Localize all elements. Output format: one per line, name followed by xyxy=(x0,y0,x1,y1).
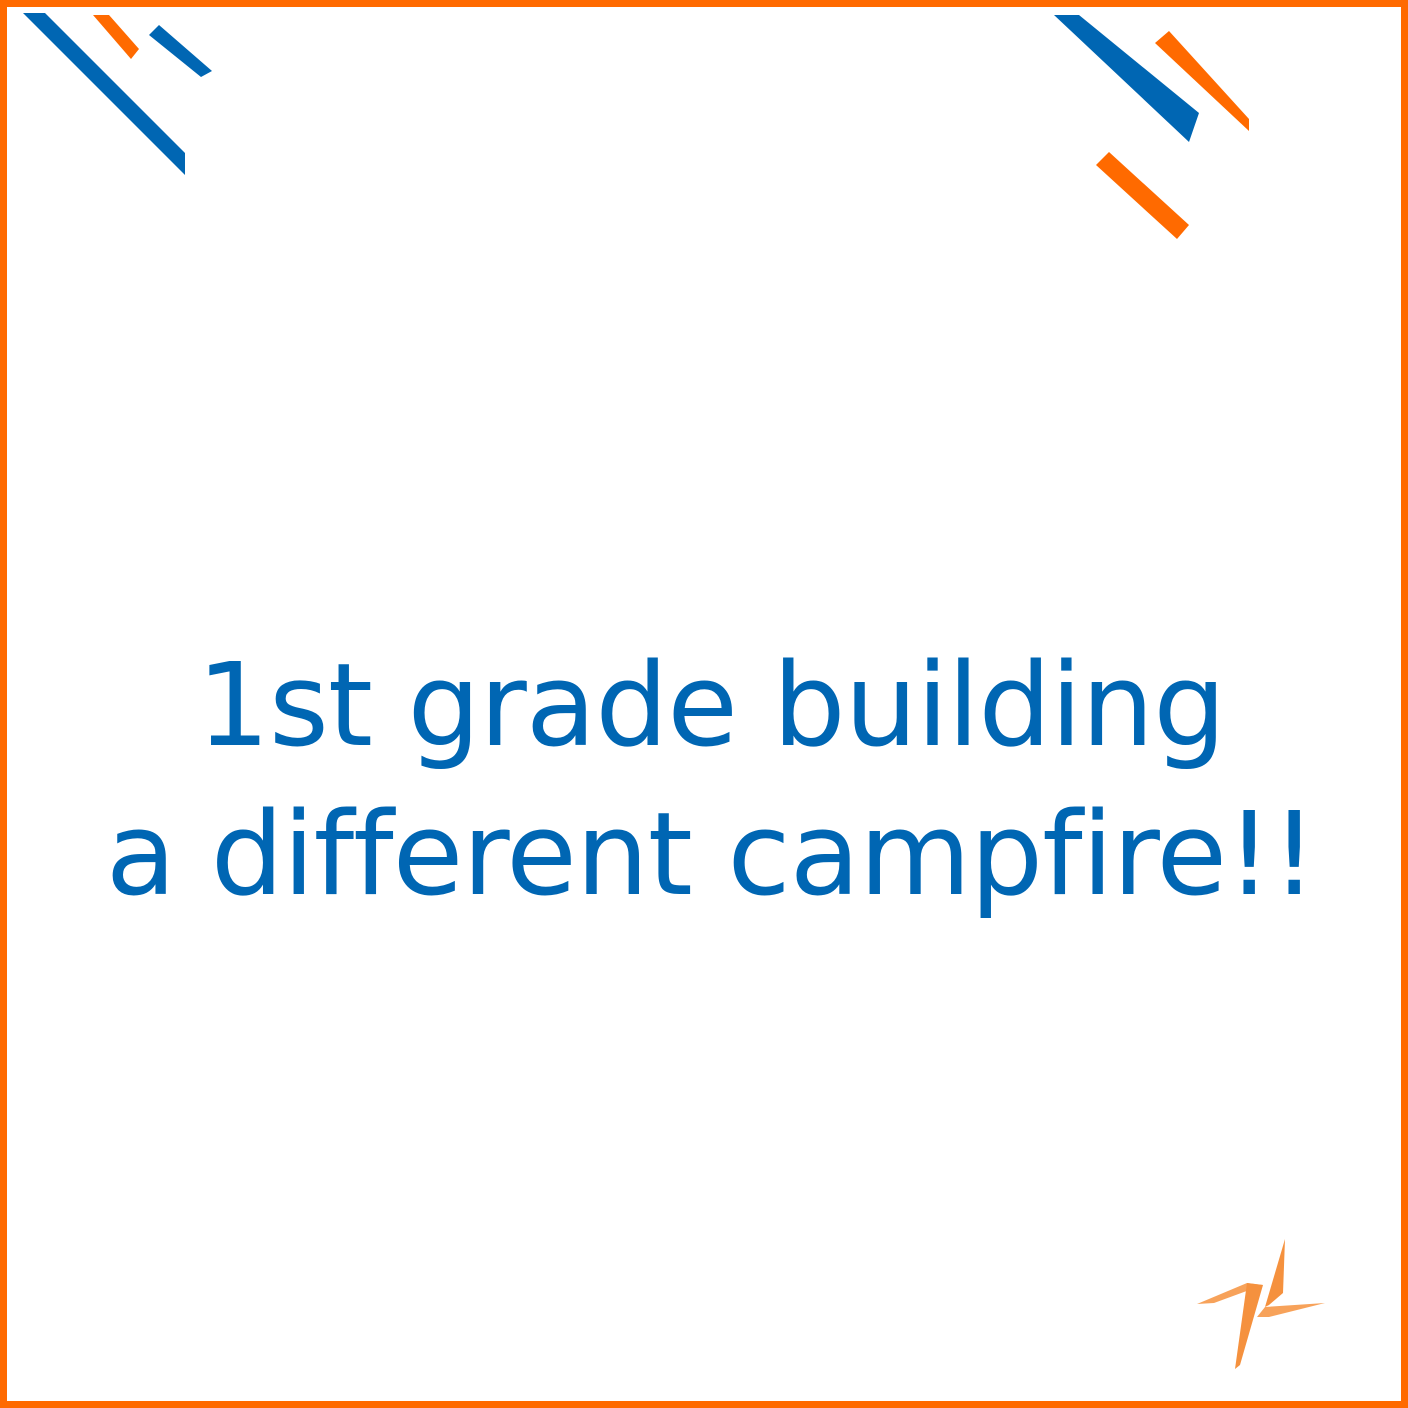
campfire-message: 1st grade building a different campfire!… xyxy=(7,632,1401,930)
orange-bolt-logo-icon xyxy=(1197,1239,1325,1369)
message-line-2: a different campfire!! xyxy=(105,788,1318,922)
message-line-1: 1st grade building xyxy=(196,639,1226,773)
stripe-top-left-blue-short xyxy=(149,25,212,77)
card-frame: 1st grade building a different campfire!… xyxy=(0,0,1408,1408)
stripe-top-left-orange xyxy=(93,15,139,59)
stripe-top-right-blue xyxy=(1054,15,1199,142)
stripe-top-right-orange-short xyxy=(1096,152,1189,239)
